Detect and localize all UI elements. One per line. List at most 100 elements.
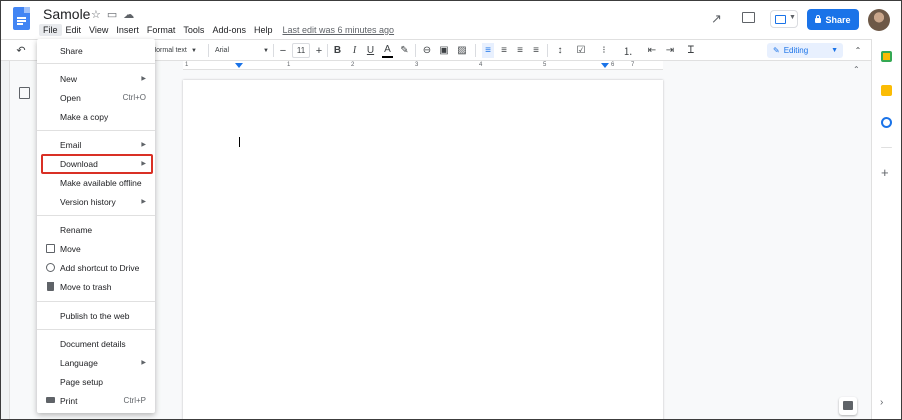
menu-tools[interactable]: Tools <box>179 24 208 36</box>
star-icon[interactable]: ☆ <box>91 8 101 21</box>
link-icon[interactable]: ⊖ <box>420 43 434 58</box>
editing-mode-dropdown[interactable]: ✎ Editing ▼ <box>767 43 843 58</box>
document-title[interactable]: Samole <box>43 6 90 22</box>
chevron-up-icon[interactable]: ⌃ <box>853 65 860 74</box>
document-page[interactable] <box>183 80 663 419</box>
align-center-icon[interactable]: ≡ <box>498 43 510 58</box>
menu-insert[interactable]: Insert <box>112 24 143 36</box>
align-justify-icon[interactable]: ≡ <box>530 43 542 58</box>
align-left-icon[interactable]: ≡ <box>482 43 494 58</box>
menu-item-language[interactable]: Language ▶ <box>37 354 155 371</box>
menu-item-document-details[interactable]: Document details <box>37 335 155 352</box>
line-spacing-icon[interactable]: ↕ <box>553 43 567 58</box>
menu-item-version-history[interactable]: Version history ▶ <box>37 193 155 210</box>
menu-item-label: Language <box>60 357 98 368</box>
font-size-input[interactable]: 11 <box>292 43 310 58</box>
chevron-down-icon[interactable]: ▼ <box>261 43 271 58</box>
italic-button[interactable]: I <box>349 43 360 58</box>
share-label: Share <box>825 14 851 25</box>
menu-item-label: Rename <box>60 224 93 235</box>
present-button[interactable]: ▼ <box>770 10 798 28</box>
menu-item-label: Email <box>60 139 82 150</box>
menu-item-label: Move to trash <box>60 281 112 292</box>
left-indent-marker[interactable] <box>235 63 243 68</box>
menu-item-new[interactable]: New ▶ <box>37 70 155 87</box>
increase-font-button[interactable]: + <box>314 43 324 58</box>
image-icon[interactable]: ▨ <box>454 43 470 58</box>
right-indent-marker[interactable] <box>601 63 609 68</box>
shortcut-label: Ctrl+P <box>123 396 146 405</box>
menu-item-move[interactable]: Move <box>37 240 155 257</box>
menu-item-make-copy[interactable]: Make a copy <box>37 108 155 125</box>
menu-item-share[interactable]: Share <box>37 42 155 59</box>
last-edit-link[interactable]: Last edit was 6 minutes ago <box>282 24 394 36</box>
ruler-tick: 6 <box>611 62 615 68</box>
increase-indent-icon[interactable]: ⇥ <box>663 43 677 58</box>
menu-item-label: Publish to the web <box>60 310 130 321</box>
underline-button[interactable]: U <box>365 43 376 58</box>
menu-item-email[interactable]: Email ▶ <box>37 136 155 153</box>
vertical-ruler <box>1 61 10 419</box>
comment-add-icon[interactable]: ▣ <box>438 43 450 58</box>
menu-view[interactable]: View <box>85 24 112 36</box>
menu-edit[interactable]: Edit <box>62 24 86 36</box>
avatar[interactable] <box>868 9 890 31</box>
divider <box>37 63 155 64</box>
menu-item-publish[interactable]: Publish to the web <box>37 307 155 324</box>
divider <box>37 215 155 216</box>
undo-icon[interactable]: ↶ <box>15 43 27 58</box>
clear-formatting-icon[interactable]: Ꮖ <box>684 43 698 58</box>
cloud-status-icon[interactable]: ☁ <box>123 8 134 21</box>
chevron-down-icon[interactable]: ▼ <box>189 43 199 58</box>
menu-item-trash[interactable]: Move to trash <box>37 278 155 295</box>
title-bar: Samole ☆ ▭ ☁ File Edit View Insert Forma… <box>1 1 901 39</box>
divider <box>327 44 328 57</box>
chevron-up-icon[interactable]: ⌃ <box>853 43 863 58</box>
ruler-tick: 1 <box>185 62 189 68</box>
menu-item-page-setup[interactable]: Page setup <box>37 373 155 390</box>
align-right-icon[interactable]: ≡ <box>514 43 526 58</box>
decrease-indent-icon[interactable]: ⇤ <box>645 43 659 58</box>
menu-item-rename[interactable]: Rename <box>37 221 155 238</box>
text-color-button[interactable]: A <box>382 43 393 58</box>
numbered-list-icon[interactable]: ⒈ <box>619 43 637 58</box>
explore-button[interactable] <box>839 397 857 415</box>
document-outline-icon[interactable] <box>19 87 30 99</box>
decrease-font-button[interactable]: − <box>278 43 288 58</box>
horizontal-ruler: 1 1 2 3 4 5 6 7 <box>183 61 663 70</box>
ruler-tick: 2 <box>351 62 355 68</box>
trash-icon <box>47 282 54 291</box>
checklist-icon[interactable]: ☑ <box>573 43 589 58</box>
font-dropdown[interactable]: Arial <box>215 43 237 58</box>
menu-item-open[interactable]: Open Ctrl+O <box>37 89 155 106</box>
menu-item-print[interactable]: Print Ctrl+P <box>37 392 155 409</box>
menu-item-offline[interactable]: Make available offline <box>37 174 155 191</box>
menu-addons[interactable]: Add-ons <box>208 24 250 36</box>
menu-help[interactable]: Help <box>250 24 277 36</box>
calendar-icon[interactable] <box>881 51 892 62</box>
divider <box>547 44 548 57</box>
share-button[interactable]: Share <box>807 9 859 30</box>
tasks-icon[interactable] <box>881 117 892 128</box>
style-dropdown[interactable]: Normal text <box>149 43 189 58</box>
menu-item-label: Open <box>60 92 81 103</box>
menu-file[interactable]: File <box>39 24 62 36</box>
add-addon-icon[interactable]: + <box>881 165 889 180</box>
divider <box>208 44 209 57</box>
highlight-pen-icon[interactable]: ✎ <box>399 43 410 58</box>
menu-format[interactable]: Format <box>143 24 180 36</box>
menu-item-label: New <box>60 73 78 84</box>
submenu-arrow-icon: ▶ <box>141 142 146 148</box>
menu-item-label: Version history <box>60 196 116 207</box>
menu-item-label: Print <box>60 395 78 406</box>
bold-button[interactable]: B <box>332 43 343 58</box>
chevron-right-icon[interactable]: › <box>880 397 883 408</box>
move-folder-icon[interactable]: ▭ <box>107 8 117 21</box>
keep-icon[interactable] <box>881 85 892 96</box>
comment-history-icon[interactable] <box>742 12 755 23</box>
activity-trend-icon[interactable]: ↗ <box>711 11 722 27</box>
menu-item-add-shortcut[interactable]: Add shortcut to Drive <box>37 259 155 276</box>
bulleted-list-icon[interactable]: ⁝ <box>595 43 613 58</box>
drive-shortcut-icon <box>46 263 55 272</box>
docs-logo-icon[interactable] <box>13 7 30 30</box>
